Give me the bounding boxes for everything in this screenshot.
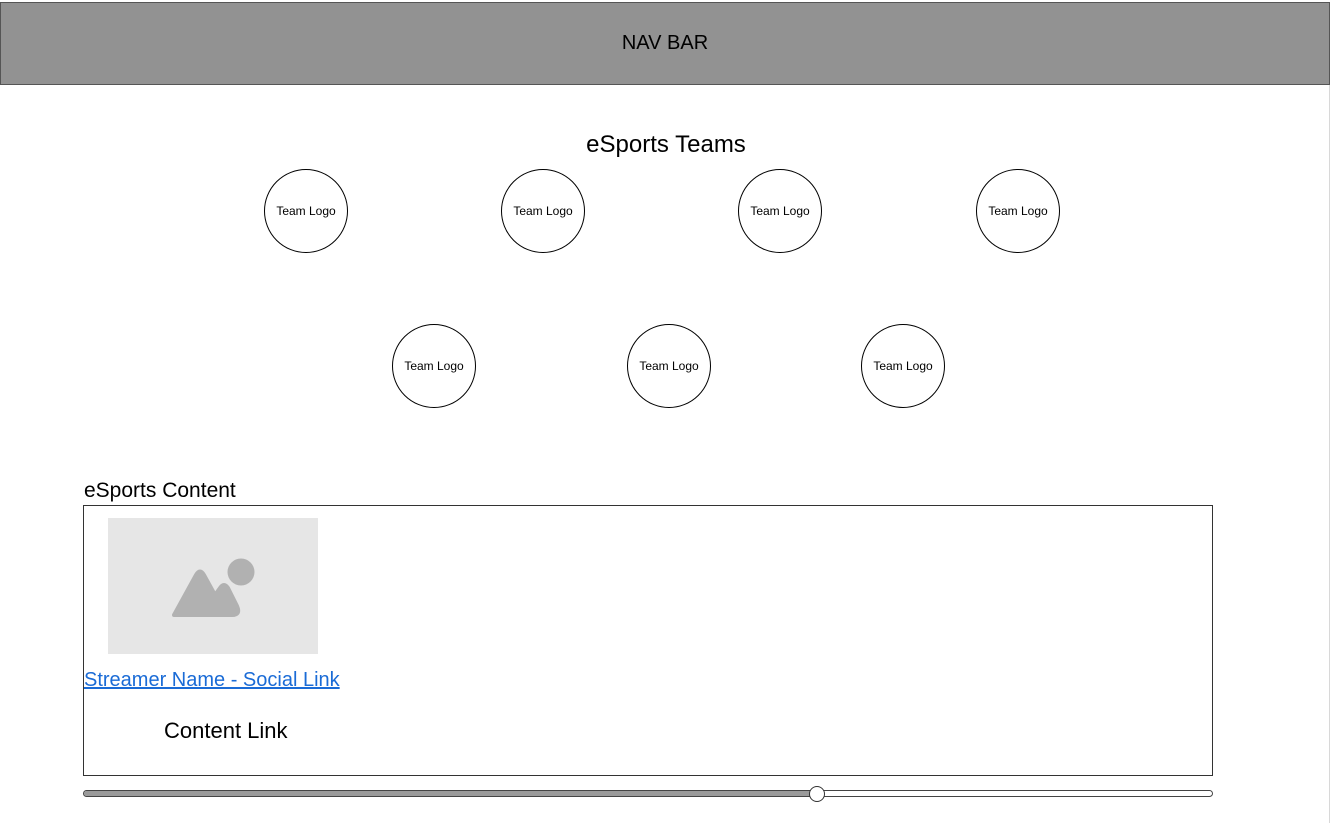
slider-fill	[84, 791, 818, 796]
team-logo-label: Team Logo	[988, 204, 1048, 218]
team-logo-label: Team Logo	[639, 359, 699, 373]
team-logo-label: Team Logo	[873, 359, 933, 373]
team-logo-label: Team Logo	[513, 204, 573, 218]
team-logo[interactable]: Team Logo	[861, 324, 945, 408]
team-logo[interactable]: Team Logo	[501, 169, 585, 253]
slider-thumb[interactable]	[809, 786, 826, 802]
page-edge-divider	[1329, 85, 1330, 823]
nav-bar: NAV BAR	[0, 2, 1330, 85]
team-logo[interactable]: Team Logo	[976, 169, 1060, 253]
content-thumbnail[interactable]	[108, 518, 318, 654]
team-logo-label: Team Logo	[404, 359, 464, 373]
content-section-title: eSports Content	[84, 479, 236, 502]
team-logo[interactable]: Team Logo	[738, 169, 822, 253]
team-logo-label: Team Logo	[750, 204, 810, 218]
team-logo[interactable]: Team Logo	[627, 324, 711, 408]
team-logo-label: Team Logo	[276, 204, 336, 218]
streamer-social-link[interactable]: Streamer Name - Social Link	[84, 668, 340, 692]
content-card: Streamer Name - Social Link Content Link	[83, 505, 1213, 776]
content-link[interactable]: Content Link	[164, 718, 288, 744]
teams-section-title: eSports Teams	[586, 131, 746, 158]
nav-bar-label: NAV BAR	[621, 32, 709, 54]
content-carousel-slider[interactable]	[83, 786, 1213, 802]
team-logo[interactable]: Team Logo	[264, 169, 348, 253]
image-placeholder-icon	[172, 558, 255, 617]
team-logo[interactable]: Team Logo	[392, 324, 476, 408]
